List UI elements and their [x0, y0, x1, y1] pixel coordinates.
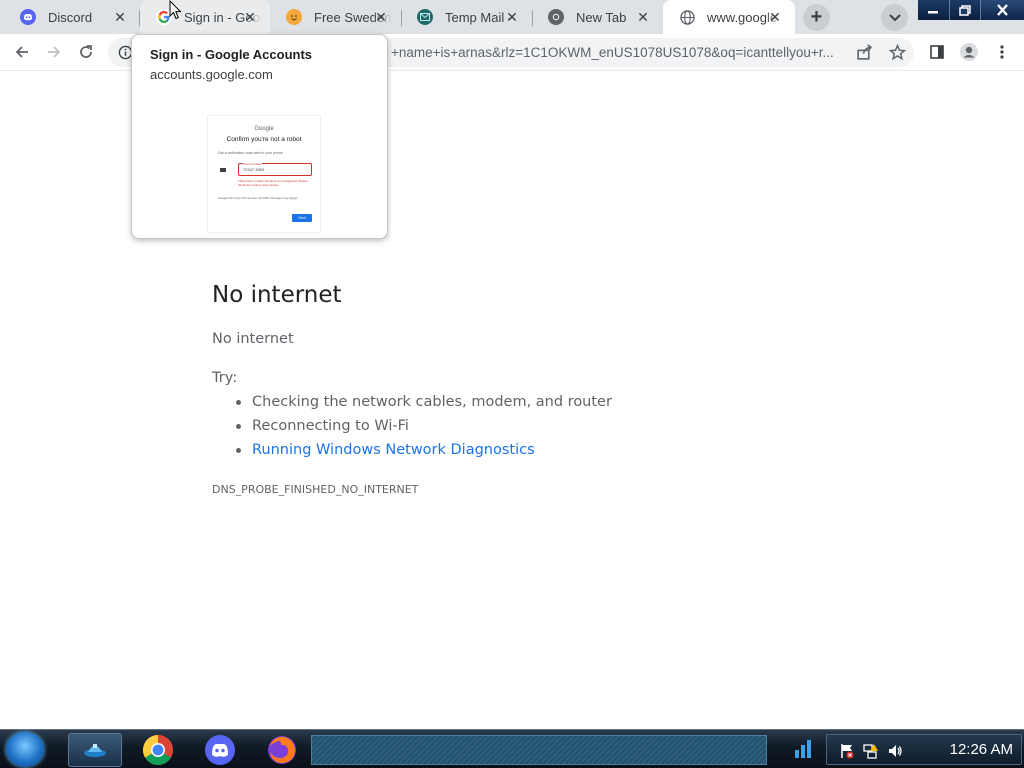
chrome-icon [142, 735, 174, 766]
preview-intro: Get a verification code sent to your pho… [218, 151, 283, 155]
back-button[interactable] [8, 38, 36, 66]
flag-icon[interactable] [839, 743, 855, 759]
network-diagnostics-link[interactable]: Running Windows Network Diagnostics [236, 442, 612, 466]
tempmail-icon [417, 9, 433, 25]
emoji-icon [286, 9, 302, 25]
tab-new-tab[interactable]: New Tab ✕ [532, 0, 663, 34]
menu-button[interactable] [988, 38, 1016, 66]
preview-phone-input: Phone number 72347 3853 [238, 162, 312, 176]
preview-logo: Google [254, 126, 274, 132]
reload-button[interactable] [72, 38, 100, 66]
taskbar: 12:26 AM [0, 729, 1024, 768]
side-panel-icon [930, 45, 944, 59]
suggestion-item: Checking the network cables, modem, and … [236, 394, 612, 418]
kebab-menu-icon [1000, 45, 1004, 59]
forward-button[interactable] [40, 38, 68, 66]
maximize-icon [959, 4, 971, 16]
taskbar-discord-button[interactable] [193, 733, 247, 767]
error-code: DNS_PROBE_FINISHED_NO_INTERNET [212, 483, 419, 496]
taskbar-empty-area [311, 735, 767, 765]
network-flyout-icon[interactable] [792, 738, 814, 760]
reload-icon [80, 45, 92, 58]
mouse-cursor-icon [169, 0, 182, 20]
star-icon[interactable] [888, 43, 907, 66]
app-icon [84, 744, 106, 757]
network-warning-icon[interactable] [863, 743, 879, 759]
close-icon [997, 4, 1008, 16]
taskbar-clock[interactable]: 12:26 AM [950, 741, 1013, 758]
hover-card-title: Sign in - Google Accounts [150, 47, 313, 62]
minimize-icon [928, 11, 939, 14]
tab-google-accounts[interactable]: Sign in - Google Accounts ✕ [140, 0, 270, 34]
suggestion-list: Checking the network cables, modem, and … [236, 394, 612, 466]
tab-temp-mail[interactable]: Temp Mail - ✕ [401, 0, 532, 34]
preview-next-button: Next [292, 214, 312, 222]
close-window-button[interactable] [980, 0, 1024, 20]
system-tray: 12:26 AM [826, 734, 1022, 765]
share-icon[interactable] [856, 44, 873, 66]
preview-error: This phone number format is not recogniz… [238, 179, 308, 187]
try-label: Try: [212, 370, 238, 386]
globe-icon [679, 9, 695, 25]
firefox-icon [268, 736, 296, 764]
tab-hover-card: Sign in - Google Accounts accounts.googl… [131, 34, 388, 239]
volume-icon[interactable] [887, 743, 903, 759]
arrow-left-icon [15, 46, 28, 58]
flag-icon [220, 168, 226, 172]
tab-free-sweden[interactable]: Free Swedenl ✕ [270, 0, 401, 34]
taskbar-firefox-button[interactable] [255, 733, 309, 767]
tab-search-button[interactable] [881, 4, 908, 31]
discord-icon [205, 735, 235, 765]
tab-strip: Discord ✕ Sign in - Google Accounts ✕ Fr… [0, 0, 1024, 34]
error-heading: No internet [212, 282, 342, 308]
chrome-icon [548, 9, 564, 25]
close-icon[interactable]: ✕ [373, 9, 389, 25]
preview-heading: Confirm you're not a robot [226, 136, 302, 143]
preview-input-value: 72347 3853 [243, 167, 265, 172]
side-panel-button[interactable] [923, 38, 951, 66]
close-icon[interactable]: ✕ [635, 9, 651, 25]
close-icon[interactable]: ✕ [767, 9, 783, 25]
suggestion-item: Reconnecting to Wi-Fi [236, 418, 612, 442]
error-subheading: No internet [212, 331, 294, 347]
taskbar-chrome-button[interactable] [131, 733, 185, 767]
tab-discord[interactable]: Discord ✕ [4, 0, 140, 34]
close-icon[interactable]: ✕ [504, 9, 520, 25]
start-button[interactable] [6, 732, 44, 767]
new-tab-button[interactable]: + [803, 4, 830, 31]
arrow-right-icon [48, 46, 61, 58]
preview-input-label: Phone number [242, 162, 262, 166]
discord-icon [20, 9, 36, 25]
hover-card-domain: accounts.google.com [150, 67, 273, 82]
url-text: +name+is+arnas&rlz=1C1OKWM_enUS1078US107… [391, 45, 834, 60]
profile-button[interactable] [955, 38, 983, 66]
chevron-down-icon [888, 13, 901, 21]
window-controls [918, 0, 1024, 20]
minimize-button[interactable] [918, 0, 949, 20]
hover-card-preview: Google Confirm you're not a robot Get a … [207, 115, 321, 233]
tab-www-google[interactable]: www.google ✕ [663, 0, 795, 34]
close-icon[interactable]: ✕ [242, 9, 258, 25]
avatar-icon [960, 43, 978, 61]
taskbar-app-button[interactable] [68, 733, 122, 767]
close-icon[interactable]: ✕ [112, 9, 128, 25]
maximize-button[interactable] [948, 0, 981, 20]
preview-help: Google will verify this number via SMS (… [218, 196, 299, 200]
